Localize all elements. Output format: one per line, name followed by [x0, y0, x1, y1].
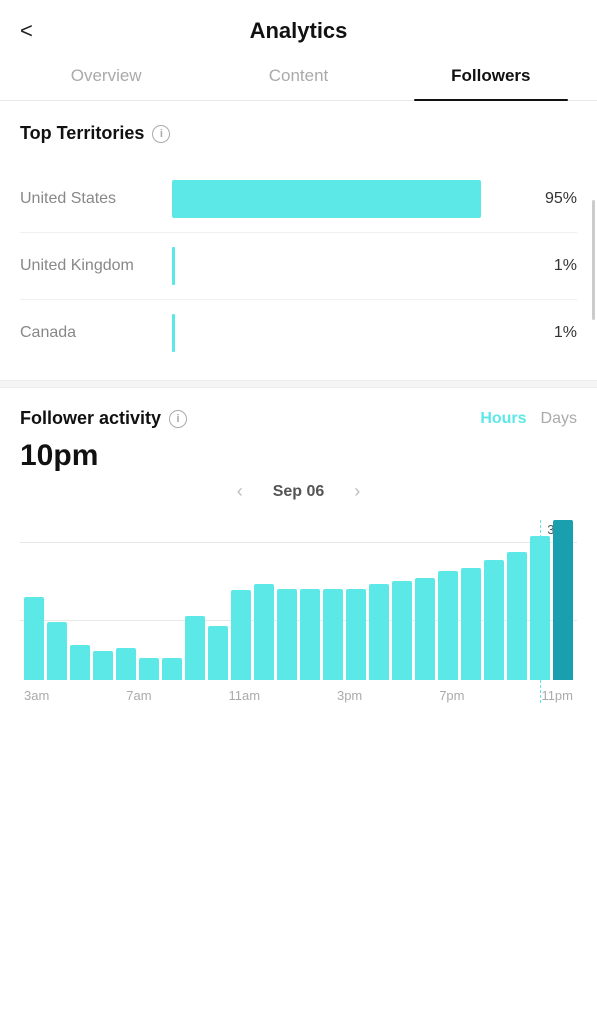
- bar-17: [415, 578, 435, 680]
- tab-overview[interactable]: Overview: [10, 54, 202, 100]
- top-territories-section: Top Territories i United States 95% Unit…: [0, 101, 597, 380]
- territory-row-canada: Canada 1%: [20, 300, 577, 366]
- bar-22: [530, 536, 550, 680]
- bar-item-9: [231, 520, 251, 680]
- follower-activity-section: Follower activity i Hours Days 10pm ‹ Se…: [0, 388, 597, 743]
- bar-item-10: [254, 520, 274, 680]
- section-divider: [0, 380, 597, 388]
- bar-item-22: [530, 520, 550, 680]
- bar-item-2: [70, 520, 90, 680]
- bar-12: [300, 589, 320, 680]
- territory-bar-container-uk: [172, 247, 523, 285]
- follower-activity-title: Follower activity: [20, 408, 161, 429]
- date-prev-button[interactable]: ‹: [237, 481, 243, 502]
- bar-item-11: [277, 520, 297, 680]
- bar-21: [507, 552, 527, 680]
- bars-row: [20, 520, 577, 680]
- follower-activity-info-icon[interactable]: i: [169, 410, 187, 428]
- bar-2: [70, 645, 90, 680]
- bar-13: [323, 589, 343, 680]
- bar-item-5: [139, 520, 159, 680]
- x-label-2: 11am: [228, 688, 260, 703]
- scrollbar[interactable]: [592, 200, 595, 320]
- back-button[interactable]: <: [20, 18, 33, 44]
- territory-bar-us: [172, 180, 481, 218]
- date-nav: ‹ Sep 06 ›: [20, 481, 577, 502]
- toggle-days[interactable]: Days: [541, 410, 577, 428]
- top-territories-title: Top Territories: [20, 123, 144, 144]
- date-next-button[interactable]: ›: [354, 481, 360, 502]
- x-label-3: 3pm: [337, 688, 362, 703]
- bar-item-17: [415, 520, 435, 680]
- bar-item-21: [507, 520, 527, 680]
- page-title: Analytics: [20, 18, 577, 44]
- bar-10: [254, 584, 274, 680]
- bar-item-23: [553, 520, 573, 680]
- bar-item-3: [93, 520, 113, 680]
- territory-bar-container-us: [172, 180, 523, 218]
- bar-item-6: [162, 520, 182, 680]
- bar-7: [185, 616, 205, 680]
- bar-3: [93, 651, 113, 680]
- bar-14: [346, 589, 366, 680]
- x-label-4: 7pm: [439, 688, 464, 703]
- bar-item-14: [346, 520, 366, 680]
- territory-name-us: United States: [20, 190, 160, 208]
- toggle-hours[interactable]: Hours: [480, 410, 526, 428]
- bar-item-20: [484, 520, 504, 680]
- territory-bar-canada: [172, 314, 175, 352]
- top-territories-info-icon[interactable]: i: [152, 125, 170, 143]
- bar-19: [461, 568, 481, 680]
- bar-1: [47, 622, 67, 680]
- territory-name-uk: United Kingdom: [20, 257, 160, 275]
- bar-item-8: [208, 520, 228, 680]
- bar-8: [208, 626, 228, 680]
- bar-20: [484, 560, 504, 680]
- bar-4: [116, 648, 136, 680]
- date-label: Sep 06: [273, 483, 325, 501]
- bar-item-1: [47, 520, 67, 680]
- territory-row-uk: United Kingdom 1%: [20, 233, 577, 300]
- bar-item-16: [392, 520, 412, 680]
- territory-pct-canada: 1%: [535, 324, 577, 342]
- x-label-1: 7am: [126, 688, 151, 703]
- bar-chart: 340 3am7am11am3pm7pm11pm: [20, 520, 577, 743]
- header: < Analytics: [0, 0, 597, 54]
- territory-row-us: United States 95%: [20, 166, 577, 233]
- x-label-0: 3am: [24, 688, 49, 703]
- bar-23: [553, 520, 573, 680]
- bar-item-15: [369, 520, 389, 680]
- bar-item-18: [438, 520, 458, 680]
- territory-pct-uk: 1%: [535, 257, 577, 275]
- bar-item-13: [323, 520, 343, 680]
- territory-pct-us: 95%: [535, 190, 577, 208]
- bar-6: [162, 658, 182, 680]
- territory-name-canada: Canada: [20, 324, 160, 342]
- peak-time: 10pm: [20, 439, 577, 473]
- section-title-row: Top Territories i: [20, 123, 577, 144]
- bar-11: [277, 589, 297, 680]
- tab-bar: Overview Content Followers: [0, 54, 597, 101]
- bar-item-0: [24, 520, 44, 680]
- tab-content[interactable]: Content: [202, 54, 394, 100]
- bar-item-19: [461, 520, 481, 680]
- bar-item-7: [185, 520, 205, 680]
- bar-9: [231, 590, 251, 680]
- bar-15: [369, 584, 389, 680]
- x-label-5: 11pm: [541, 688, 573, 703]
- activity-title-row: Follower activity i Hours Days: [20, 408, 577, 429]
- territory-bar-uk: [172, 247, 175, 285]
- bar-18: [438, 571, 458, 680]
- bar-0: [24, 597, 44, 680]
- bar-16: [392, 581, 412, 680]
- bar-item-12: [300, 520, 320, 680]
- activity-title-left: Follower activity i: [20, 408, 187, 429]
- territory-bar-container-canada: [172, 314, 523, 352]
- activity-toggle: Hours Days: [480, 410, 577, 428]
- bar-item-4: [116, 520, 136, 680]
- x-axis-labels: 3am 7am 11am 3pm 7pm 11pm: [20, 680, 577, 703]
- tab-followers[interactable]: Followers: [395, 54, 587, 100]
- bar-5: [139, 658, 159, 680]
